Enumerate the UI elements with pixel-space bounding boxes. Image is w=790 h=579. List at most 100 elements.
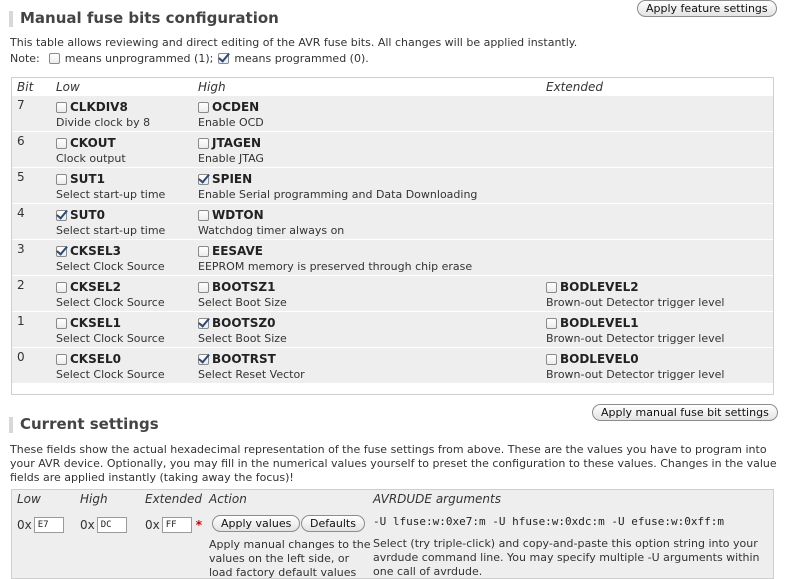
current-settings-panel: Low High Extended Action AVRDUDE argumen… bbox=[11, 489, 774, 579]
fuse-cell-sut1: SUT1 Select start-up time bbox=[51, 168, 193, 203]
bit-number: 0 bbox=[12, 348, 51, 383]
extended-fuse-input[interactable] bbox=[161, 517, 192, 533]
cksel1-checkbox[interactable] bbox=[56, 317, 67, 329]
fuse-option-jtagen[interactable]: JTAGEN bbox=[198, 136, 538, 150]
header-high: High bbox=[80, 492, 108, 506]
fuse-description: Select Clock Source bbox=[56, 296, 165, 309]
sut1-checkbox[interactable] bbox=[56, 173, 67, 185]
fuse-cell-cksel0: CKSEL0 Select Clock Source bbox=[51, 348, 193, 383]
fuse-option-cksel2[interactable]: CKSEL2 bbox=[56, 280, 190, 294]
fuse-description: Enable OCD bbox=[198, 116, 264, 129]
fuse-name: CKSEL1 bbox=[70, 316, 121, 330]
bit-number: 4 bbox=[12, 204, 51, 239]
fuse-name: CKSEL0 bbox=[70, 352, 121, 366]
fuse-name: CLKDIV8 bbox=[70, 100, 128, 114]
apply-feature-settings-button[interactable]: Apply feature settings bbox=[637, 0, 777, 17]
fuse-name: SUT0 bbox=[70, 208, 105, 222]
defaults-button[interactable]: Defaults bbox=[301, 515, 365, 532]
avrdude-arguments[interactable]: -U lfuse:w:0xe7:m -U hfuse:w:0xdc:m -U e… bbox=[373, 515, 724, 528]
fuse-table-container: Bit Low High Extended 7 CLKDIV8 Divide clo… bbox=[11, 77, 774, 395]
fuse-description: Clock output bbox=[56, 152, 126, 165]
hex-prefix: 0x bbox=[145, 518, 160, 532]
empty-cell bbox=[541, 204, 773, 239]
apply-manual-fuse-bits-button[interactable]: Apply manual fuse bit settings bbox=[592, 404, 778, 421]
bit-number: 7 bbox=[12, 96, 51, 131]
fuse-table-body: 7 CLKDIV8 Divide clock by 8 OCDEN Enable OCD… bbox=[12, 96, 773, 383]
fuse-cell-bootsz0: BOOTSZ0 Select Boot Size bbox=[193, 312, 541, 347]
fuse-option-bootsz0[interactable]: BOOTSZ0 bbox=[198, 316, 538, 330]
bootsz1-checkbox[interactable] bbox=[198, 281, 209, 293]
header-action: Action bbox=[209, 492, 247, 506]
empty-cell bbox=[541, 132, 773, 167]
high-fuse-input[interactable] bbox=[96, 517, 127, 533]
bit-number: 3 bbox=[12, 240, 51, 275]
fuse-name: EESAVE bbox=[212, 244, 263, 258]
cksel3-checkbox[interactable] bbox=[56, 245, 67, 257]
fuse-name: CKSEL2 bbox=[70, 280, 121, 294]
col-low: Low bbox=[56, 80, 80, 94]
checked-box-icon bbox=[218, 53, 230, 64]
table-row: 1 CKSEL1 Select Clock Source BOOTSZ0 Select … bbox=[12, 312, 773, 347]
note-unprogrammed: means unprogrammed (1); bbox=[64, 52, 214, 65]
fuse-option-bodlevel0[interactable]: BODLEVEL0 bbox=[546, 352, 770, 366]
header-avrdude: AVRDUDE arguments bbox=[373, 492, 501, 506]
spien-checkbox[interactable] bbox=[198, 173, 209, 185]
clkdiv8-checkbox[interactable] bbox=[56, 101, 67, 113]
fuse-name: SUT1 bbox=[70, 172, 105, 186]
fuse-option-wdton[interactable]: WDTON bbox=[198, 208, 538, 222]
bodlevel0-checkbox[interactable] bbox=[546, 353, 557, 365]
cksel2-checkbox[interactable] bbox=[56, 281, 67, 293]
fuse-option-clkdiv8[interactable]: CLKDIV8 bbox=[56, 100, 190, 114]
fuse-option-ocden[interactable]: OCDEN bbox=[198, 100, 538, 114]
apply-values-button[interactable]: Apply values bbox=[212, 515, 301, 532]
fuse-cell-jtagen: JTAGEN Enable JTAG bbox=[193, 132, 541, 167]
fuse-cell-cksel1: CKSEL1 Select Clock Source bbox=[51, 312, 193, 347]
hex-prefix: 0x bbox=[17, 518, 32, 532]
cksel0-checkbox[interactable] bbox=[56, 353, 67, 365]
manual-section-title: Manual fuse bits configuration bbox=[20, 9, 279, 27]
jtagen-checkbox[interactable] bbox=[198, 137, 209, 149]
fuse-description: Enable JTAG bbox=[198, 152, 264, 165]
fuse-option-ckout[interactable]: CKOUT bbox=[56, 136, 190, 150]
ckout-checkbox[interactable] bbox=[56, 137, 67, 149]
bootsz0-checkbox[interactable] bbox=[198, 317, 209, 329]
fuse-name: BOOTSZ1 bbox=[212, 280, 276, 294]
note-programmed: means programmed (0). bbox=[234, 52, 369, 65]
fuse-option-bodlevel2[interactable]: BODLEVEL2 bbox=[546, 280, 770, 294]
section-marker bbox=[9, 11, 13, 27]
low-fuse-input[interactable] bbox=[33, 517, 64, 533]
fuse-option-cksel1[interactable]: CKSEL1 bbox=[56, 316, 190, 330]
bit-number: 6 bbox=[12, 132, 51, 167]
wdton-checkbox[interactable] bbox=[198, 209, 209, 221]
sut0-checkbox[interactable] bbox=[56, 209, 67, 221]
fuse-option-eesave[interactable]: EESAVE bbox=[198, 244, 538, 258]
fuse-option-bodlevel1[interactable]: BODLEVEL1 bbox=[546, 316, 770, 330]
fuse-option-cksel3[interactable]: CKSEL3 bbox=[56, 244, 190, 258]
fuse-option-cksel0[interactable]: CKSEL0 bbox=[56, 352, 190, 366]
fuse-option-bootrst[interactable]: BOOTRST bbox=[198, 352, 538, 366]
fuse-description: Select Boot Size bbox=[198, 332, 287, 345]
fuse-table-header: Bit Low High Extended bbox=[12, 79, 773, 95]
fuse-description: Brown-out Detector trigger level bbox=[546, 332, 725, 345]
bootrst-checkbox[interactable] bbox=[198, 353, 209, 365]
fuse-option-spien[interactable]: SPIEN bbox=[198, 172, 538, 186]
table-row: 6 CKOUT Clock output JTAGEN Enable JTAG bbox=[12, 132, 773, 167]
bodlevel2-checkbox[interactable] bbox=[546, 281, 557, 293]
fuse-option-sut1[interactable]: SUT1 bbox=[56, 172, 190, 186]
fuse-description: EEPROM memory is preserved through chip … bbox=[198, 260, 473, 273]
bodlevel1-checkbox[interactable] bbox=[546, 317, 557, 329]
high-fuse-field: 0x bbox=[80, 517, 127, 533]
col-extended: Extended bbox=[546, 80, 603, 94]
low-fuse-field: 0x bbox=[17, 517, 64, 533]
fuse-cell-bodlevel0: BODLEVEL0 Brown-out Detector trigger leve… bbox=[541, 348, 773, 383]
fuse-cell-bodlevel2: BODLEVEL2 Brown-out Detector trigger leve… bbox=[541, 276, 773, 311]
fuse-cell-bootrst: BOOTRST Select Reset Vector bbox=[193, 348, 541, 383]
ocden-checkbox[interactable] bbox=[198, 101, 209, 113]
eesave-checkbox[interactable] bbox=[198, 245, 209, 257]
fuse-cell-spien: SPIEN Enable Serial programming and Data … bbox=[193, 168, 541, 203]
table-row: 4 SUT0 Select start-up time WDTON Watchdog t… bbox=[12, 204, 773, 239]
bit-number: 5 bbox=[12, 168, 51, 203]
fuse-name: JTAGEN bbox=[212, 136, 262, 150]
fuse-option-bootsz1[interactable]: BOOTSZ1 bbox=[198, 280, 538, 294]
fuse-option-sut0[interactable]: SUT0 bbox=[56, 208, 190, 222]
